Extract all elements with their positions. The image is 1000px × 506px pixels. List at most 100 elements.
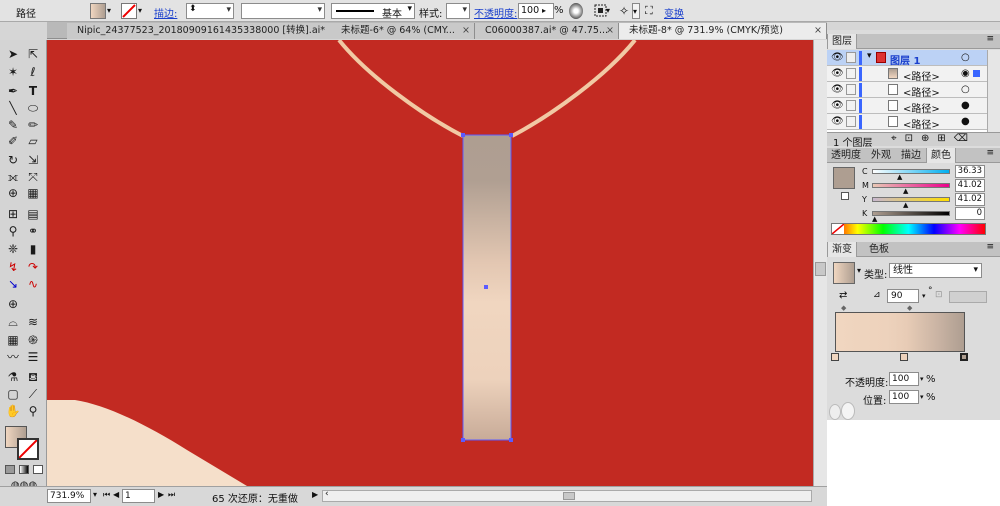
- lock-toggle[interactable]: [846, 84, 856, 95]
- graphic-style-select[interactable]: [446, 3, 470, 19]
- chevron-down-icon[interactable]: ▾: [93, 490, 97, 499]
- smooth-tool-icon[interactable]: ∿: [25, 276, 41, 292]
- midpoint-diamond-icon[interactable]: ◆: [907, 304, 912, 312]
- target-icon[interactable]: ◉: [961, 68, 970, 79]
- gradient-stop-selected[interactable]: [960, 353, 968, 361]
- last-artboard-icon[interactable]: ⏭: [168, 490, 175, 500]
- artboard-tool-icon[interactable]: ▢: [5, 386, 21, 402]
- magic-wand-tool-icon[interactable]: ✶: [5, 64, 21, 80]
- align-dropdown-icon[interactable]: ▾: [606, 3, 614, 19]
- crosshair-tool-icon[interactable]: ⊕: [5, 296, 21, 312]
- lasso-tool-icon[interactable]: ℓ: [25, 64, 41, 80]
- variable-width-profile-select[interactable]: [241, 3, 325, 19]
- slider-thumb-icon[interactable]: ▲: [872, 215, 877, 223]
- slider-thumb-icon[interactable]: ▲: [903, 187, 908, 195]
- tab-gradient[interactable]: 渐变: [827, 242, 857, 257]
- type-tool-icon[interactable]: T: [25, 83, 41, 99]
- path-row[interactable]: 👁 <路径> ○: [827, 82, 987, 99]
- eye-icon[interactable]: 👁: [831, 100, 844, 111]
- twirl-tool-icon[interactable]: ֍: [25, 332, 41, 348]
- brush-definition-select[interactable]: 基本 ▾: [331, 3, 415, 20]
- warp-tool-icon[interactable]: ≋: [25, 314, 41, 330]
- gradient-tool-icon[interactable]: ▤: [25, 206, 41, 222]
- path-row[interactable]: 👁 <路径> ◉: [827, 66, 987, 83]
- eyedropper-tool-icon[interactable]: ⚲: [5, 223, 21, 239]
- select-similar-dropdown-icon[interactable]: ▾: [632, 3, 640, 19]
- chevron-down-icon[interactable]: ▾: [920, 393, 924, 401]
- scroll-left-icon[interactable]: ‹: [325, 489, 329, 499]
- shape-builder-tool-icon[interactable]: ⊕: [5, 185, 21, 201]
- eyedropper-alt-tool-icon[interactable]: ⚗: [5, 369, 21, 385]
- tab-appearance[interactable]: 外观: [867, 148, 895, 163]
- zoom-field[interactable]: 731.9%: [47, 489, 91, 503]
- blend-tool-icon[interactable]: ⚭: [25, 223, 41, 239]
- cyan-slider[interactable]: [872, 169, 950, 174]
- layer-row[interactable]: 👁 ▾ 图层 1 ○: [827, 50, 987, 67]
- slider-thumb-icon[interactable]: ▲: [897, 173, 902, 181]
- gradient-stop[interactable]: [831, 353, 839, 361]
- close-icon[interactable]: ×: [462, 23, 470, 38]
- close-icon[interactable]: ×: [814, 23, 822, 38]
- bar-graph-tool-icon[interactable]: ☰: [25, 349, 41, 365]
- transform-link[interactable]: 变换: [664, 5, 684, 20]
- selection-tool-icon[interactable]: ➤: [5, 46, 21, 62]
- target-icon[interactable]: ○: [961, 84, 970, 95]
- color-spectrum-ramp[interactable]: [831, 223, 986, 235]
- layer-action-icons[interactable]: ⌖⊡⊕⊞⌫: [891, 133, 976, 144]
- free-transform-tool-icon[interactable]: ⤧: [25, 169, 41, 185]
- previous-artboard-icon[interactable]: ◀: [113, 490, 119, 499]
- column-graph-tool-icon[interactable]: ▮: [25, 241, 41, 257]
- gradient-type-select[interactable]: 线性 ▾: [889, 263, 982, 278]
- opacity-arrow-icon[interactable]: ▸: [542, 6, 546, 15]
- tab-document-1[interactable]: Nipic_24377523_20180909161435338000 [转换]…: [67, 23, 367, 39]
- fill-swatch[interactable]: [833, 167, 855, 189]
- blob-brush-tool-icon[interactable]: ✐: [5, 133, 21, 149]
- tab-swatches[interactable]: 色板: [865, 242, 893, 257]
- cyan-value-input[interactable]: 36.33: [955, 165, 985, 178]
- layer-name[interactable]: 图层 1: [890, 52, 920, 67]
- target-icon[interactable]: ○: [961, 52, 970, 63]
- envelope-tool-icon[interactable]: ⌓: [5, 314, 21, 330]
- path-name[interactable]: <路径>: [903, 116, 940, 131]
- none-mode-icon[interactable]: [33, 465, 43, 474]
- gradient-mode-icon[interactable]: [19, 465, 29, 474]
- recolor-artwork-icon[interactable]: [569, 3, 583, 19]
- reverse-gradient-icon[interactable]: ⇄: [839, 290, 847, 301]
- artboard-number-field[interactable]: 1: [122, 489, 155, 503]
- lock-toggle[interactable]: [846, 52, 856, 63]
- path-row[interactable]: 👁 <路径> ●: [827, 114, 987, 131]
- isolate-icon[interactable]: ⛶: [645, 3, 659, 19]
- tab-document-2[interactable]: 未标题-6* @ 64% (CMY... ×: [331, 23, 475, 39]
- grid-tool-icon[interactable]: ▦: [5, 332, 21, 348]
- scroll-thumb[interactable]: [815, 262, 826, 276]
- stroke-label-link[interactable]: 描边:: [154, 5, 177, 20]
- path-name[interactable]: <路径>: [903, 84, 940, 99]
- paint-bucket-tool-icon[interactable]: ⛾: [25, 369, 41, 385]
- path-name[interactable]: <路径>: [903, 100, 940, 115]
- selected-art-indicator[interactable]: [973, 70, 980, 77]
- direct-selection-tool-icon[interactable]: ⇱: [25, 46, 41, 62]
- first-artboard-icon[interactable]: ⏮: [103, 490, 110, 500]
- symbol-sprayer-tool-icon[interactable]: ❈: [5, 241, 21, 257]
- next-artboard-icon[interactable]: ▶: [158, 490, 164, 499]
- none-color-chip[interactable]: [831, 223, 845, 235]
- chevron-down-icon[interactable]: ▾: [867, 51, 872, 61]
- gradient-slider-ramp[interactable]: [835, 312, 965, 352]
- yellow-value-input[interactable]: 41.02: [955, 193, 985, 206]
- close-icon[interactable]: ×: [606, 23, 614, 38]
- zoom-tool-icon[interactable]: ⚲: [25, 403, 41, 419]
- stroke-weight-field[interactable]: ⬍: [186, 3, 234, 19]
- stroke-swatch[interactable]: [841, 192, 849, 200]
- target-icon[interactable]: ●: [961, 116, 970, 127]
- tab-stroke[interactable]: 描边: [897, 148, 925, 163]
- stroke-color-box[interactable]: [17, 438, 39, 460]
- perspective-grid-tool-icon[interactable]: ▦: [25, 185, 41, 201]
- tab-document-active[interactable]: 未标题-8* @ 731.9% (CMYK/预览) ×: [619, 23, 827, 39]
- lock-toggle[interactable]: [846, 68, 856, 79]
- path-row[interactable]: 👁 <路径> ●: [827, 98, 987, 115]
- vertical-scrollbar[interactable]: [813, 40, 827, 486]
- hand-tool-icon[interactable]: ✋: [5, 403, 21, 419]
- panel-menu-icon[interactable]: ≡: [986, 34, 994, 44]
- shaper-tool-icon[interactable]: ↯: [5, 259, 21, 275]
- curvature-tool-icon[interactable]: ↷: [25, 259, 41, 275]
